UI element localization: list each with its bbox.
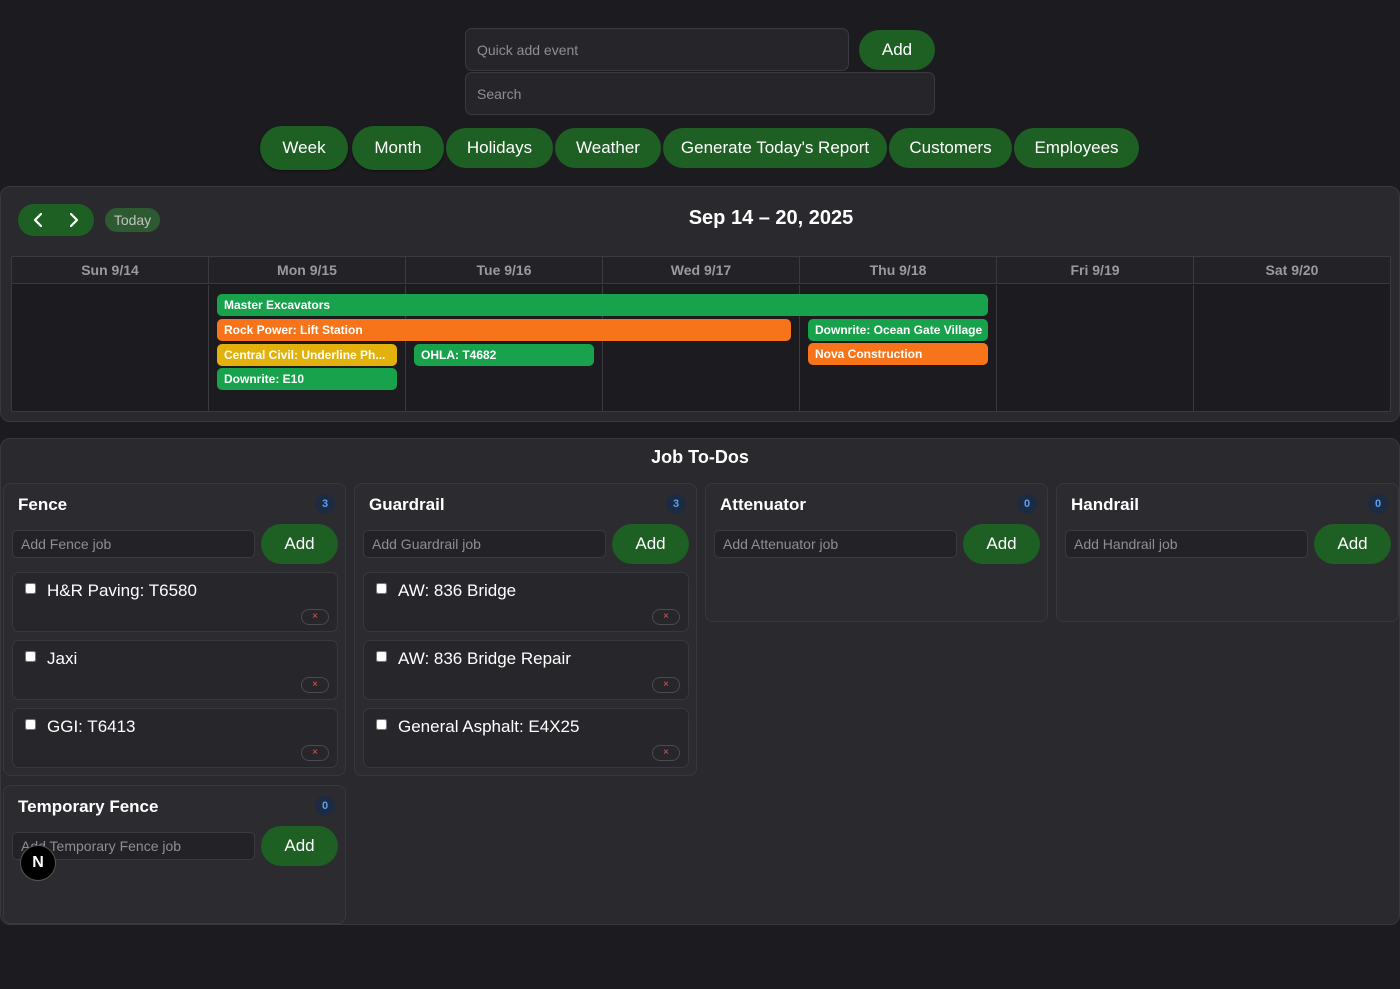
count-badge: 0: [315, 796, 335, 816]
dev-tools-badge[interactable]: N: [20, 845, 56, 881]
todo-label: Jaxi: [47, 649, 78, 668]
add-fence-job-input[interactable]: [12, 530, 255, 558]
day-header-fri: Fri 9/19: [997, 257, 1194, 284]
add-handrail-job-input[interactable]: [1065, 530, 1308, 558]
calendar-event[interactable]: OHLA: T4682: [414, 344, 594, 366]
quick-add-event-input[interactable]: [465, 28, 849, 71]
calendar-panel: Today Sep 14 – 20, 2025 Sun 9/14 Mon 9/1…: [0, 186, 1400, 422]
week-view-button[interactable]: Week: [260, 126, 348, 170]
todo-column-guardrail: Guardrail 3 Add AW: 836 Bridge × AW: 836…: [354, 483, 697, 776]
day-cell[interactable]: [12, 285, 209, 411]
todo-checkbox[interactable]: [25, 651, 36, 662]
todo-checkbox[interactable]: [25, 583, 36, 594]
todo-card: Jaxi ×: [12, 640, 338, 700]
day-cell[interactable]: [1194, 285, 1390, 411]
add-fence-job-button[interactable]: Add: [261, 524, 338, 564]
add-guardrail-job-input[interactable]: [363, 530, 606, 558]
count-badge: 0: [1368, 494, 1388, 514]
week-grid: Sun 9/14 Mon 9/15 Tue 9/16 Wed 9/17 Thu …: [11, 256, 1391, 412]
add-attenuator-job-button[interactable]: Add: [963, 524, 1040, 564]
todo-card: AW: 836 Bridge Repair ×: [363, 640, 689, 700]
employees-button[interactable]: Employees: [1014, 128, 1139, 168]
delete-todo-button[interactable]: ×: [301, 677, 329, 693]
quick-add-button[interactable]: Add: [859, 30, 935, 70]
add-guardrail-job-button[interactable]: Add: [612, 524, 689, 564]
todo-label: AW: 836 Bridge: [398, 581, 517, 600]
todo-checkbox[interactable]: [376, 651, 387, 662]
delete-todo-button[interactable]: ×: [652, 609, 680, 625]
week-grid-header: Sun 9/14 Mon 9/15 Tue 9/16 Wed 9/17 Thu …: [12, 257, 1390, 284]
count-badge: 3: [666, 494, 686, 514]
day-header-sun: Sun 9/14: [12, 257, 209, 284]
calendar-event[interactable]: Downrite: Ocean Gate Village: [808, 319, 988, 341]
add-temporary-fence-job-button[interactable]: Add: [261, 826, 338, 866]
weather-button[interactable]: Weather: [555, 128, 661, 168]
todo-label: GGI: T6413: [47, 717, 136, 736]
day-header-mon: Mon 9/15: [209, 257, 406, 284]
column-title: Guardrail: [369, 495, 445, 514]
todo-label: General Asphalt: E4X25: [398, 717, 580, 736]
calendar-event[interactable]: Master Excavators: [217, 294, 988, 316]
todo-column-attenuator: Attenuator 0 Add: [705, 483, 1048, 622]
day-header-thu: Thu 9/18: [800, 257, 997, 284]
todo-label: AW: 836 Bridge Repair: [398, 649, 571, 668]
delete-todo-button[interactable]: ×: [301, 745, 329, 761]
column-title: Fence: [18, 495, 68, 514]
todo-card: GGI: T6413 ×: [12, 708, 338, 768]
todo-card: H&R Paving: T6580 ×: [12, 572, 338, 632]
add-handrail-job-button[interactable]: Add: [1314, 524, 1391, 564]
column-title: Temporary Fence: [18, 797, 159, 816]
job-todos-panel: Job To-Dos Fence 3 Add H&R Paving: T6580…: [0, 438, 1400, 925]
todo-checkbox[interactable]: [376, 583, 387, 594]
month-view-button[interactable]: Month: [352, 126, 444, 170]
todo-column-temporary-fence: Temporary Fence 0 Add: [3, 785, 346, 924]
delete-todo-button[interactable]: ×: [652, 677, 680, 693]
day-header-wed: Wed 9/17: [603, 257, 800, 284]
todo-column-handrail: Handrail 0 Add: [1056, 483, 1399, 622]
calendar-event[interactable]: Nova Construction: [808, 343, 988, 365]
count-badge: 3: [315, 494, 335, 514]
day-header-tue: Tue 9/16: [406, 257, 603, 284]
column-title: Handrail: [1071, 495, 1140, 514]
delete-todo-button[interactable]: ×: [652, 745, 680, 761]
calendar-event[interactable]: Rock Power: Lift Station: [217, 319, 791, 341]
generate-report-button[interactable]: Generate Today's Report: [663, 128, 887, 168]
todo-checkbox[interactable]: [376, 719, 387, 730]
calendar-title: Sep 14 – 20, 2025: [688, 207, 854, 229]
count-badge: 0: [1017, 494, 1037, 514]
holidays-button[interactable]: Holidays: [446, 128, 553, 168]
todo-card: AW: 836 Bridge ×: [363, 572, 689, 632]
add-attenuator-job-input[interactable]: [714, 530, 957, 558]
day-header-sat: Sat 9/20: [1265, 262, 1319, 278]
customers-button[interactable]: Customers: [889, 128, 1012, 168]
delete-todo-button[interactable]: ×: [301, 609, 329, 625]
todo-checkbox[interactable]: [25, 719, 36, 730]
search-input[interactable]: [465, 72, 935, 115]
todo-card: General Asphalt: E4X25 ×: [363, 708, 689, 768]
calendar-event[interactable]: Downrite: E10: [217, 368, 397, 390]
day-cell[interactable]: [997, 285, 1194, 411]
job-todos-title: Job To-Dos: [651, 447, 749, 467]
todo-column-fence: Fence 3 Add H&R Paving: T6580 × Jaxi × G…: [3, 483, 346, 776]
column-title: Attenuator: [720, 495, 806, 514]
calendar-event[interactable]: Central Civil: Underline Ph...: [217, 344, 397, 366]
todo-label: H&R Paving: T6580: [47, 581, 197, 600]
